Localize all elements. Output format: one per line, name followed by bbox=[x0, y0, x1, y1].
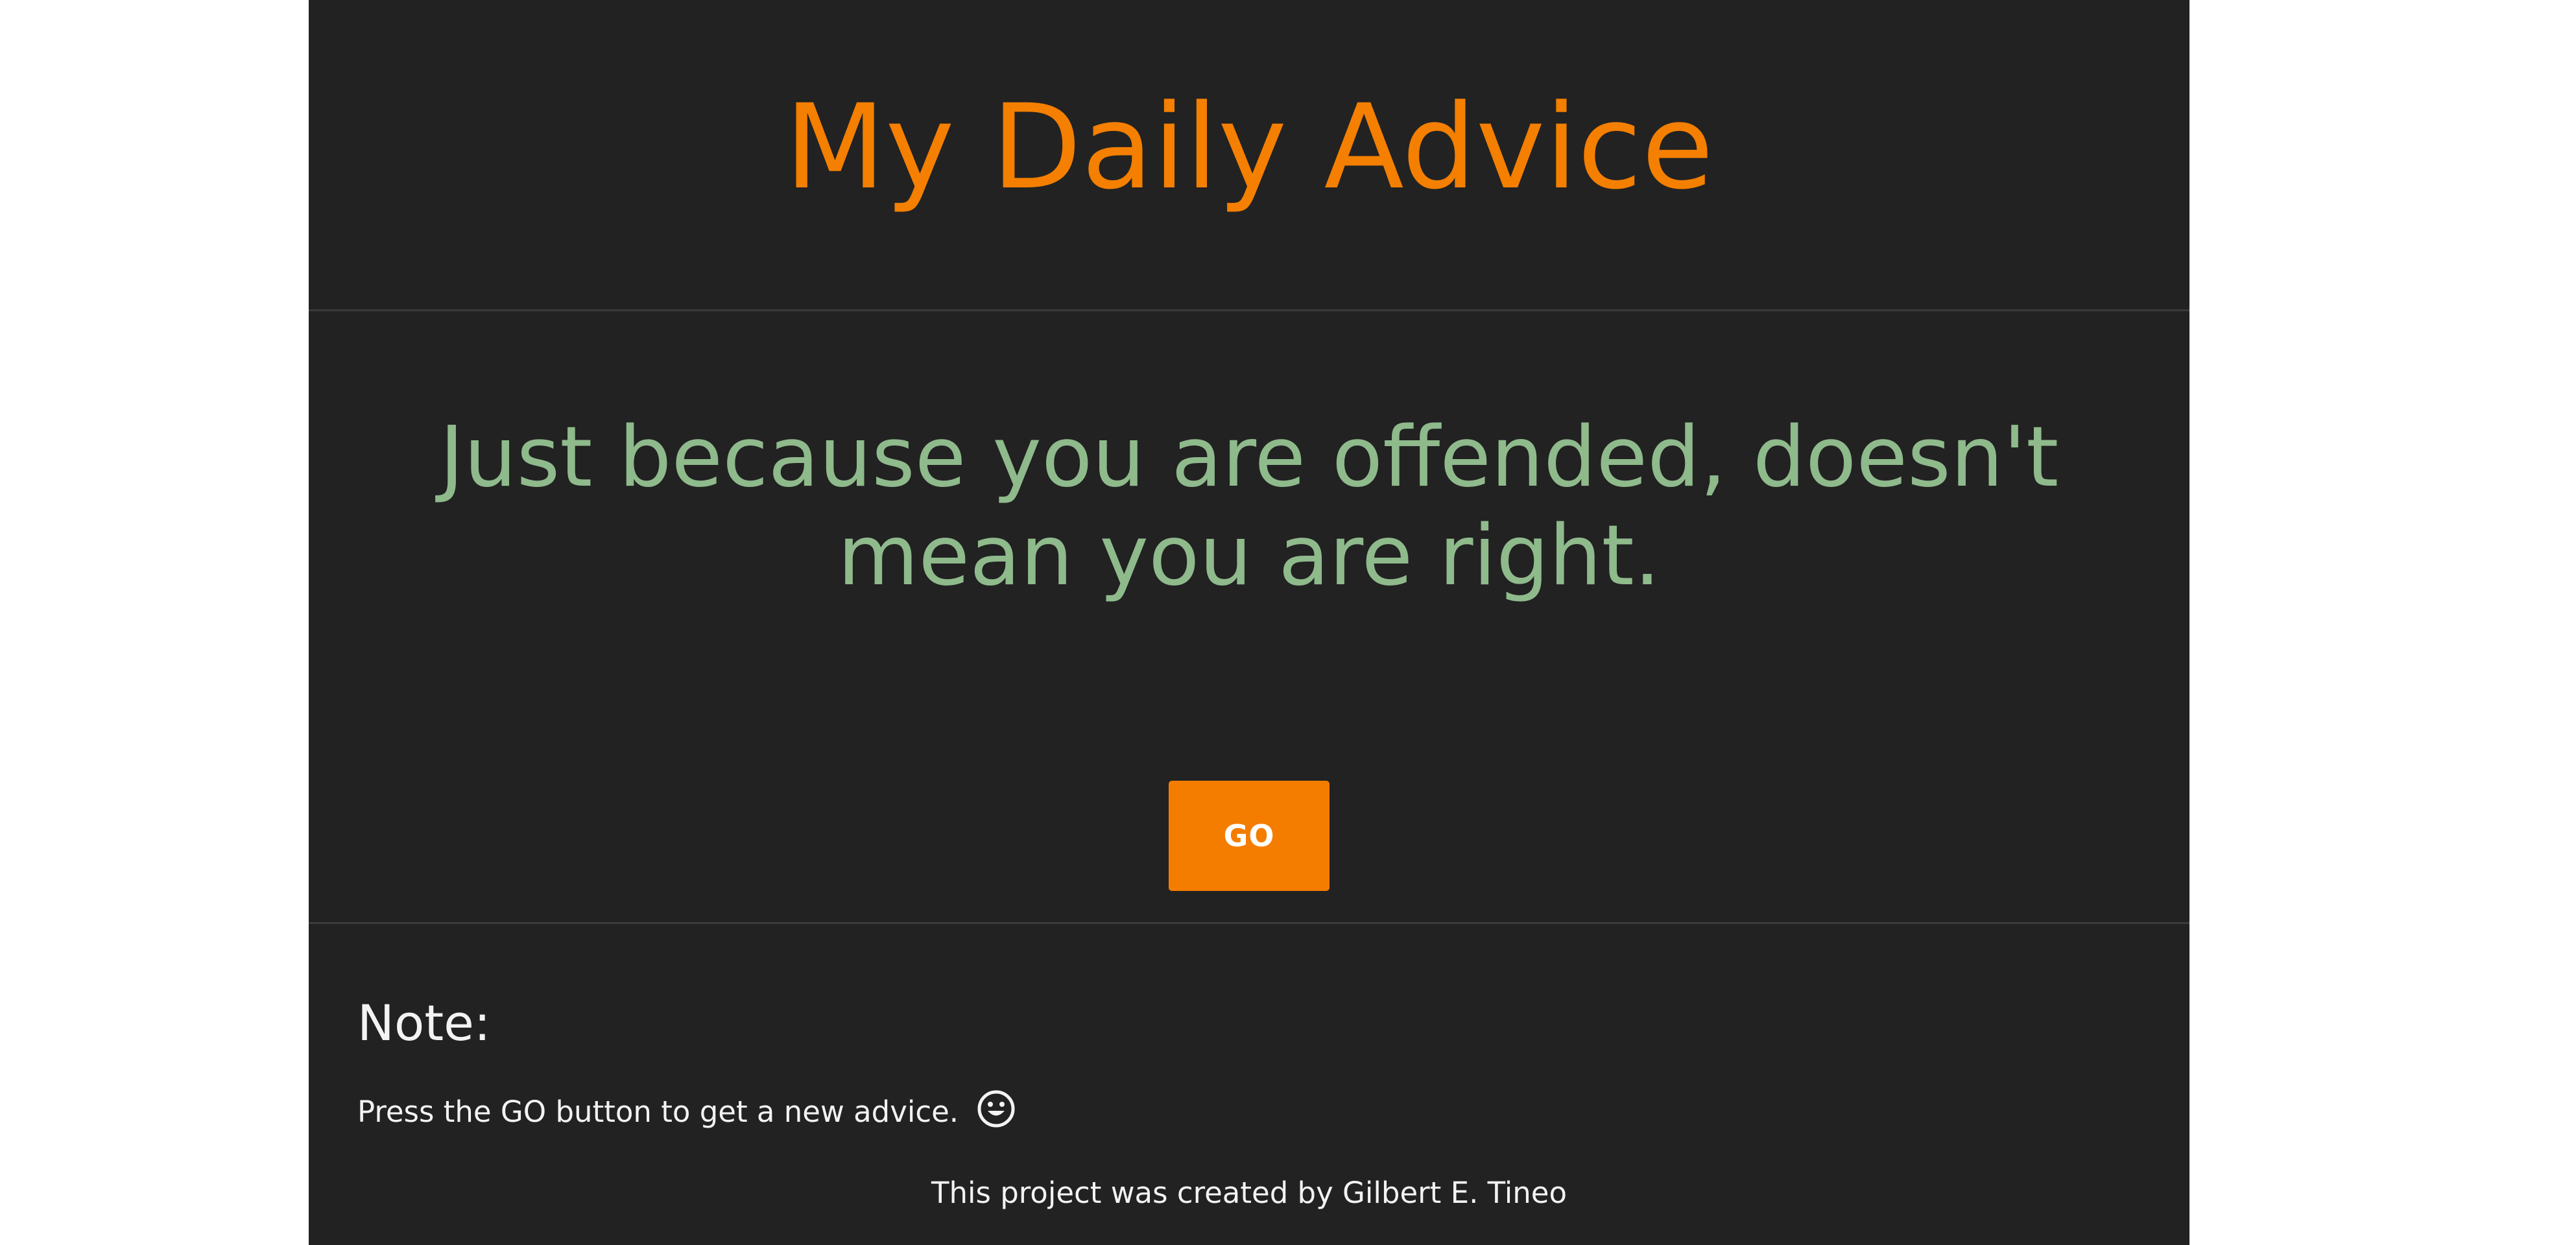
credit-text: This project was created by Gilbert E. T… bbox=[931, 1176, 1568, 1210]
advice-section: Just because you are offended, doesn't m… bbox=[309, 311, 2189, 924]
footer: Note: Press the GO button to get a new a… bbox=[309, 924, 2189, 1245]
advice-text: Just because you are offended, doesn't m… bbox=[439, 409, 2059, 604]
app-container: My Daily Advice Just because you are off… bbox=[309, 0, 2189, 1245]
page-title: My Daily Advice bbox=[784, 80, 1714, 215]
note-text: Press the GO button to get a new advice. bbox=[357, 1095, 959, 1129]
note-heading: Note: bbox=[357, 994, 491, 1052]
smiley-face-icon bbox=[977, 1090, 1015, 1128]
header: My Daily Advice bbox=[309, 0, 2189, 311]
go-button[interactable]: GO bbox=[1169, 781, 1330, 891]
note-paragraph: Press the GO button to get a new advice. bbox=[357, 1089, 1017, 1135]
